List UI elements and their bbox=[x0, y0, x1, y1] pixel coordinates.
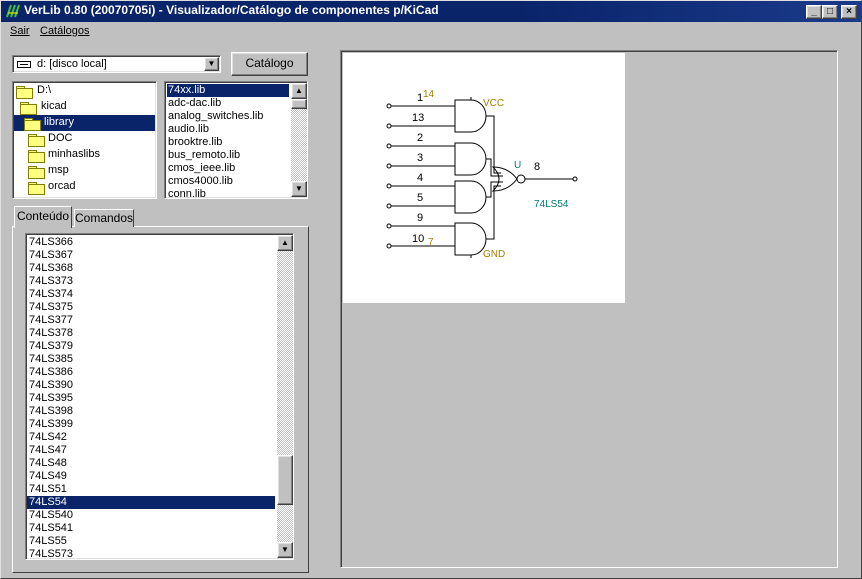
tree-item-label: minhaslibs bbox=[48, 148, 100, 160]
scrollbar-thumb[interactable] bbox=[277, 455, 293, 505]
list-item[interactable]: cmos4000.lib bbox=[168, 175, 233, 188]
pin-number: 9 bbox=[417, 212, 423, 224]
list-item[interactable]: analog_switches.lib bbox=[168, 110, 263, 123]
list-item[interactable]: 74LS541 bbox=[29, 522, 73, 535]
tree-item-label: library bbox=[42, 116, 76, 128]
open-folder-icon bbox=[20, 102, 37, 115]
pin-number: 13 bbox=[412, 112, 424, 124]
list-item[interactable]: 74LS55 bbox=[29, 535, 67, 548]
library-list-scrollbar[interactable]: ▲ ▼ bbox=[291, 83, 307, 197]
menu-catalogos-label: Catálogos bbox=[40, 25, 90, 37]
tab-conteudo[interactable]: Conteúdo bbox=[14, 206, 72, 228]
pin-number: 5 bbox=[417, 192, 423, 204]
vcc-pin-number: 14 bbox=[423, 89, 435, 100]
list-item-selected[interactable]: 74LS54 bbox=[29, 496, 67, 509]
catalog-button[interactable]: Catálogo bbox=[231, 52, 308, 76]
scroll-up-icon[interactable]: ▲ bbox=[277, 235, 293, 251]
vcc-label: VCC bbox=[483, 98, 504, 109]
list-item[interactable]: 74LS379 bbox=[29, 340, 73, 353]
title-bar: VerLib 0.80 (20070705i) - Visualizador/C… bbox=[0, 0, 862, 22]
list-item[interactable]: 74LS366 bbox=[29, 236, 73, 249]
gnd-label: GND bbox=[483, 249, 505, 260]
list-item[interactable]: 74LS51 bbox=[29, 483, 67, 496]
list-item[interactable]: 74LS48 bbox=[29, 457, 67, 470]
list-item[interactable]: 74LS540 bbox=[29, 509, 73, 522]
scrollbar-thumb[interactable] bbox=[291, 99, 307, 109]
open-folder-icon bbox=[16, 86, 33, 99]
menu-sair-label: Sair bbox=[10, 25, 30, 37]
list-item[interactable]: 74LS573 bbox=[29, 548, 73, 561]
scroll-down-icon[interactable]: ▼ bbox=[277, 542, 293, 558]
component-list-scrollbar[interactable]: ▲ ▼ bbox=[277, 235, 293, 558]
pin-number: 3 bbox=[417, 152, 423, 164]
folder-icon bbox=[28, 182, 45, 195]
list-item[interactable]: 74LS374 bbox=[29, 288, 73, 301]
list-item[interactable]: 74LS49 bbox=[29, 470, 67, 483]
tree-item-label: orcad bbox=[48, 180, 76, 192]
list-item[interactable]: 74LS373 bbox=[29, 275, 73, 288]
list-item[interactable]: bus_remoto.lib bbox=[168, 149, 240, 162]
list-item[interactable]: 74LS385 bbox=[29, 353, 73, 366]
list-item[interactable]: 74LS368 bbox=[29, 262, 73, 275]
list-item[interactable]: cmos_ieee.lib bbox=[168, 162, 235, 175]
list-item[interactable]: 74LS42 bbox=[29, 431, 67, 444]
open-folder-icon bbox=[24, 118, 41, 131]
list-item[interactable]: 74LS377 bbox=[29, 314, 73, 327]
list-item[interactable]: 74LS395 bbox=[29, 392, 73, 405]
list-item[interactable]: brooktre.lib bbox=[168, 136, 222, 149]
folder-icon bbox=[28, 166, 45, 179]
folder-icon bbox=[28, 150, 45, 163]
list-item[interactable]: 74LS386 bbox=[29, 366, 73, 379]
pin-number: 10 bbox=[412, 233, 424, 245]
hard-drive-icon bbox=[17, 61, 31, 68]
tree-item-label: msp bbox=[48, 164, 69, 176]
schematic-canvas: 1 13 2 3 4 5 9 10 8 14 7 VCC GND U 74LS5… bbox=[343, 53, 625, 303]
app-icon[interactable] bbox=[5, 3, 21, 19]
list-item[interactable]: 74LS399 bbox=[29, 418, 73, 431]
list-item[interactable]: 74LS367 bbox=[29, 249, 73, 262]
tree-item-label: kicad bbox=[41, 100, 67, 112]
list-item[interactable]: 74LS375 bbox=[29, 301, 73, 314]
list-item[interactable]: audio.lib bbox=[168, 123, 209, 136]
list-item[interactable]: 74LS390 bbox=[29, 379, 73, 392]
tree-item-label: D:\ bbox=[37, 84, 52, 96]
folder-tree[interactable]: D:\ kicad library DOC minhaslibs msp orc… bbox=[12, 81, 157, 199]
scroll-up-icon[interactable]: ▲ bbox=[291, 83, 307, 99]
pin-number: 2 bbox=[417, 132, 423, 144]
tree-item-label: DOC bbox=[48, 132, 73, 144]
unit-reference: U bbox=[514, 160, 521, 171]
menu-catalogos[interactable]: Catálogos bbox=[40, 25, 90, 37]
chevron-down-icon[interactable]: ▼ bbox=[204, 57, 219, 71]
maximize-button[interactable]: □ bbox=[822, 5, 838, 19]
list-item[interactable]: 74LS398 bbox=[29, 405, 73, 418]
folder-icon bbox=[28, 134, 45, 147]
output-pin-number: 8 bbox=[534, 161, 540, 173]
part-name: 74LS54 bbox=[534, 199, 569, 210]
menu-bar: Sair Catálogos bbox=[0, 22, 862, 42]
library-file-list[interactable]: 74xx.lib adc-dac.lib analog_switches.lib… bbox=[164, 81, 308, 201]
pin-number: 4 bbox=[417, 172, 423, 184]
list-item[interactable]: conn.lib bbox=[168, 188, 206, 201]
minimize-button[interactable]: _ bbox=[806, 5, 822, 19]
window-title: VerLib 0.80 (20070705i) - Visualizador/C… bbox=[24, 3, 439, 17]
component-list[interactable]: 74LS366 74LS367 74LS368 74LS373 74LS374 … bbox=[25, 233, 294, 560]
schematic-drawing: 1 13 2 3 4 5 9 10 8 14 7 VCC GND U 74LS5… bbox=[386, 89, 578, 260]
menu-sair[interactable]: Sair bbox=[10, 25, 30, 37]
list-item[interactable]: 74LS378 bbox=[29, 327, 73, 340]
gnd-pin-number: 7 bbox=[428, 237, 434, 248]
scroll-down-icon[interactable]: ▼ bbox=[291, 181, 307, 197]
list-item[interactable]: 74xx.lib bbox=[168, 84, 205, 97]
drive-select-value: d: [disco local] bbox=[37, 58, 107, 70]
list-item[interactable]: 74LS47 bbox=[29, 444, 67, 457]
drive-select[interactable]: d: [disco local] ▼ bbox=[12, 55, 221, 73]
close-button[interactable]: × bbox=[841, 5, 857, 19]
tab-comandos[interactable]: Comandos bbox=[74, 209, 134, 227]
list-item[interactable]: adc-dac.lib bbox=[168, 97, 221, 110]
